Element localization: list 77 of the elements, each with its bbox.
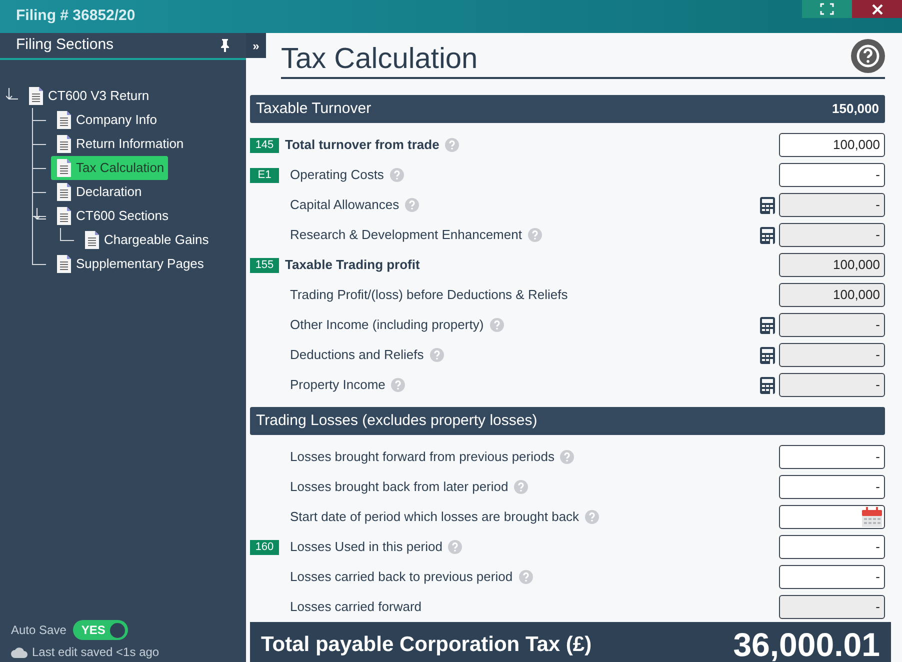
document-icon bbox=[57, 207, 71, 225]
readonly-field: - bbox=[779, 223, 885, 247]
field-label: Operating Costs bbox=[290, 166, 384, 184]
total-value: 36,000.01 bbox=[733, 624, 880, 662]
tree-item[interactable]: Supplementary Pages bbox=[51, 252, 208, 276]
page-title: Tax Calculation bbox=[281, 42, 478, 77]
readonly-field: - bbox=[779, 343, 885, 367]
calculator-icon[interactable] bbox=[760, 376, 775, 394]
field-label: Capital Allowances bbox=[290, 196, 400, 214]
document-icon bbox=[85, 231, 99, 249]
field-label: Total turnover from trade bbox=[285, 136, 440, 154]
field-label: Other Income (including property) bbox=[290, 316, 484, 334]
field-label: Losses carried forward bbox=[290, 598, 422, 616]
calculator-icon[interactable] bbox=[760, 316, 775, 334]
readonly-field: 100,000 bbox=[779, 253, 885, 277]
maximize-button[interactable] bbox=[802, 0, 852, 18]
field-label: Trading Profit/(loss) before Deductions & Reliefs bbox=[290, 286, 568, 304]
date-field[interactable] bbox=[779, 505, 885, 529]
help-button[interactable] bbox=[851, 39, 885, 73]
section-total: 150,000 bbox=[832, 100, 879, 118]
close-button[interactable] bbox=[852, 0, 902, 18]
box-code: 155 bbox=[250, 258, 279, 272]
document-icon bbox=[57, 159, 71, 177]
document-icon bbox=[57, 183, 71, 201]
section-title: Trading Losses (excludes property losses) bbox=[256, 410, 538, 431]
calculator-icon[interactable] bbox=[760, 346, 775, 364]
cloud-icon bbox=[11, 646, 28, 658]
input-field[interactable]: - bbox=[779, 535, 885, 559]
readonly-field: 100,000 bbox=[779, 283, 885, 307]
calendar-icon[interactable] bbox=[862, 507, 882, 527]
tree-item[interactable]: Declaration bbox=[51, 180, 146, 204]
input-field[interactable]: - bbox=[779, 475, 885, 499]
field-label: Losses Used in this period bbox=[290, 538, 442, 556]
readonly-field: - bbox=[779, 193, 885, 217]
field-label: Property Income bbox=[290, 376, 386, 394]
readonly-field: - bbox=[779, 595, 885, 619]
calculator-icon[interactable] bbox=[760, 226, 775, 244]
window-title: Filing # 36852/20 bbox=[16, 6, 136, 26]
readonly-field: - bbox=[779, 373, 885, 397]
document-icon bbox=[57, 111, 71, 129]
close-icon bbox=[872, 4, 882, 14]
total-label: Total payable Corporation Tax (£) bbox=[261, 632, 592, 658]
maximize-icon bbox=[820, 3, 834, 15]
tree-item[interactable]: Return Information bbox=[51, 132, 188, 156]
document-icon bbox=[57, 255, 71, 273]
box-code: E1 bbox=[250, 168, 279, 182]
tree-item[interactable]: CT600 Sections bbox=[51, 204, 172, 228]
box-code: 160 bbox=[250, 540, 279, 554]
document-icon bbox=[57, 135, 71, 153]
sidebar-title: Filing Sections bbox=[16, 35, 114, 56]
input-field[interactable]: 100,000 bbox=[779, 133, 885, 157]
readonly-field: - bbox=[779, 313, 885, 337]
save-status: Last edit saved <1s ago bbox=[32, 644, 160, 661]
input-field[interactable]: - bbox=[779, 565, 885, 589]
tree-item[interactable]: Company Info bbox=[51, 108, 161, 132]
auto-save-label: Auto Save bbox=[11, 622, 66, 639]
input-field[interactable]: - bbox=[779, 445, 885, 469]
pin-icon[interactable] bbox=[220, 39, 230, 52]
field-label: Taxable Trading profit bbox=[285, 256, 420, 274]
collapse-icon[interactable] bbox=[34, 208, 46, 220]
field-label: Start date of period which losses are brought back bbox=[290, 508, 580, 526]
field-label: Losses brought back from later period bbox=[290, 478, 508, 496]
tree-item[interactable]: Chargeable Gains bbox=[79, 228, 213, 252]
field-label: Deductions and Reliefs bbox=[290, 346, 424, 364]
input-field[interactable]: - bbox=[779, 163, 885, 187]
help-icon bbox=[856, 44, 880, 68]
field-label: Research & Development Enhancement bbox=[290, 226, 522, 244]
calculator-icon[interactable] bbox=[760, 196, 775, 214]
expand-sidebar-button[interactable]: » bbox=[246, 33, 266, 58]
tree-item[interactable]: CT600 V3 Return bbox=[23, 84, 154, 108]
document-icon bbox=[29, 87, 43, 105]
collapse-icon[interactable] bbox=[6, 88, 18, 100]
field-label: Losses carried back to previous period bbox=[290, 568, 513, 586]
section-title: Taxable Turnover bbox=[256, 98, 372, 119]
field-label: Losses brought forward from previous periods bbox=[290, 448, 554, 466]
box-code: 145 bbox=[250, 138, 279, 152]
tree-item[interactable]: Tax Calculation bbox=[51, 156, 168, 180]
